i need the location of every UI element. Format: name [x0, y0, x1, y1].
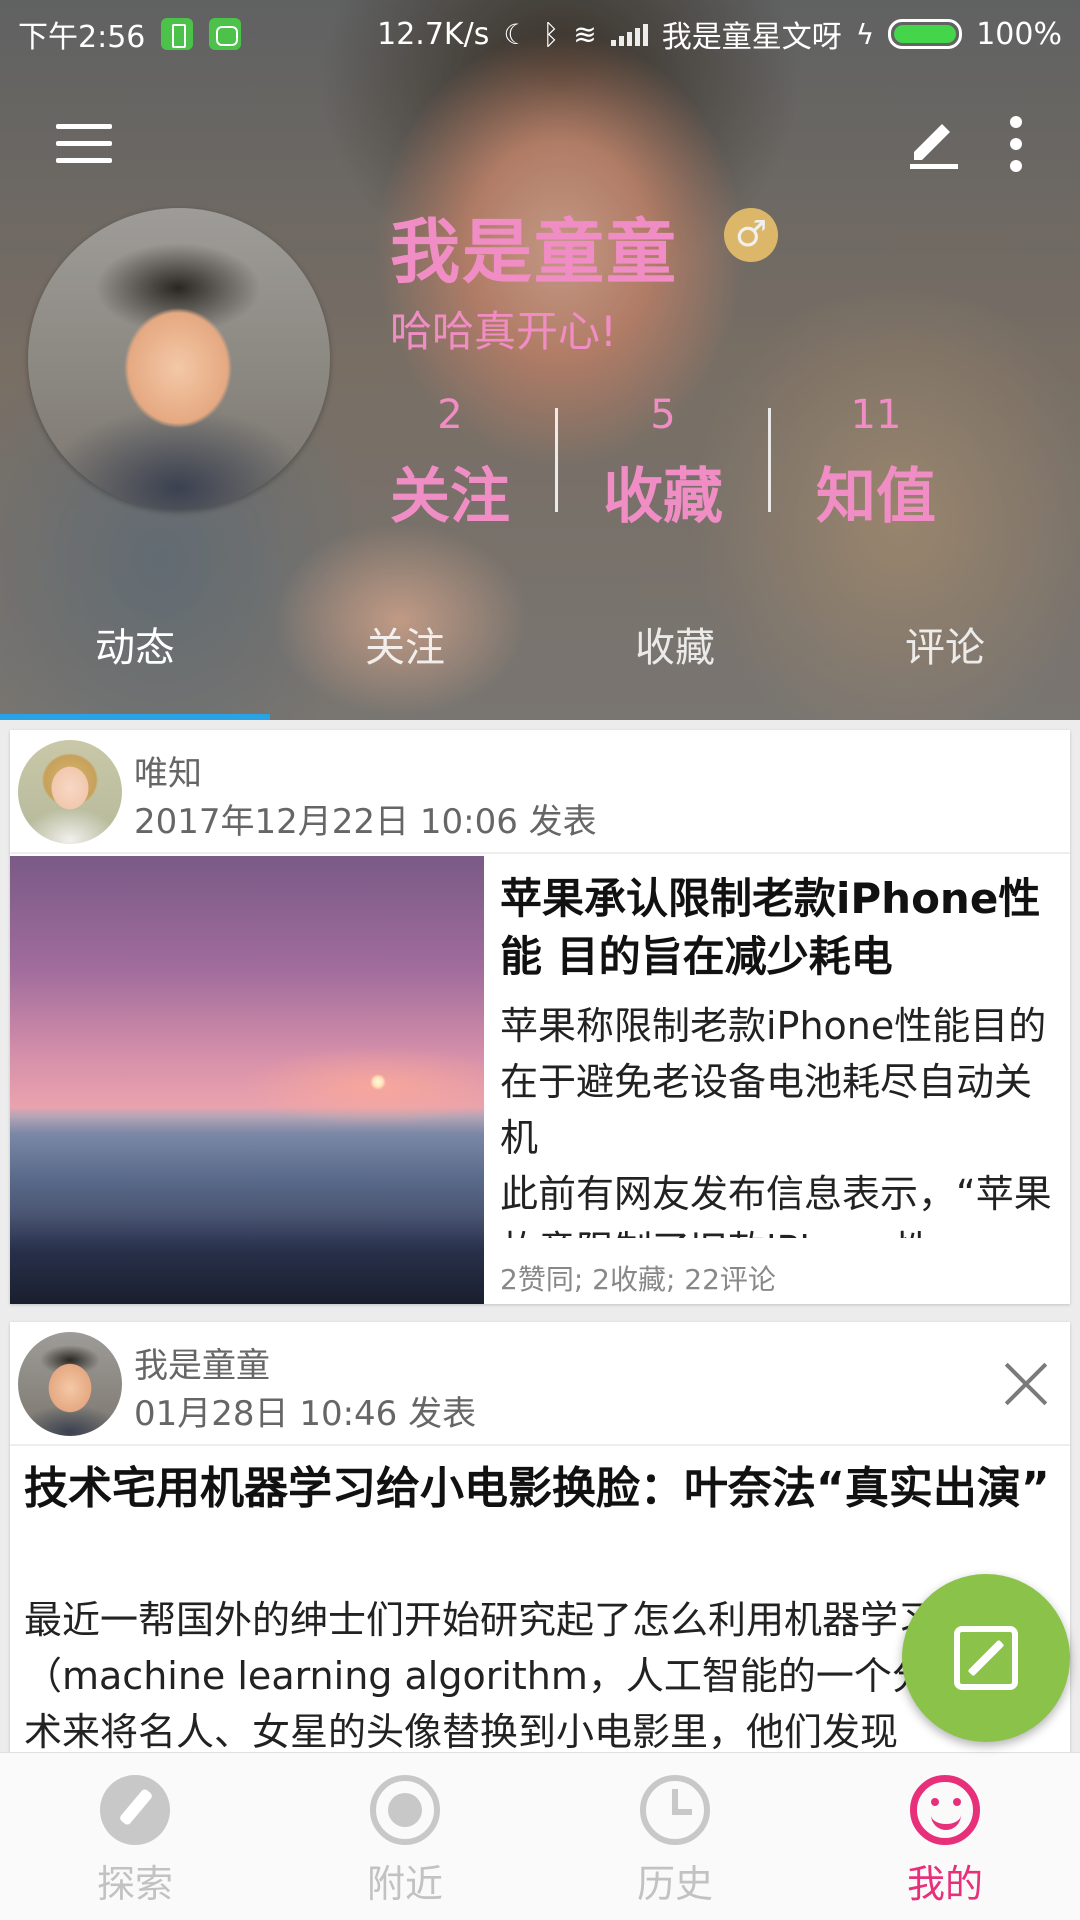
profile-avatar[interactable] — [28, 208, 330, 510]
gender-male-icon: ♂ — [724, 208, 778, 262]
status-bar: 下午2:56 12.7K/s ☾ ᛒ ≋ 我是童星文呀 ϟ 100% — [0, 0, 1080, 64]
stat-following[interactable]: 2 关注 — [350, 392, 550, 535]
bluetooth-icon: ᛒ — [542, 17, 560, 51]
author-avatar[interactable] — [18, 740, 122, 844]
signal-icon — [610, 22, 648, 46]
stat-favorites[interactable]: 5 收藏 — [563, 392, 763, 535]
article-title[interactable]: 技术宅用机器学习给小电影换脸：叶奈法“真实出演” — [24, 1460, 1054, 1518]
nav-label: 探索 — [96, 1862, 173, 1906]
tab-activity[interactable]: 动态 — [0, 608, 270, 720]
stat-label: 关注 — [390, 462, 510, 532]
app-notification-icon — [209, 18, 242, 50]
article-thumbnail[interactable] — [10, 856, 484, 1304]
stat-label: 收藏 — [603, 462, 723, 532]
moon-icon: ☾ — [503, 17, 529, 51]
stat-divider — [768, 408, 771, 512]
card-header: 唯知 2017年12月22日 10:06 发表 — [10, 730, 1070, 854]
nearby-icon — [370, 1775, 440, 1845]
tab-comments[interactable]: 评论 — [810, 608, 1080, 720]
status-time: 下午2:56 — [18, 20, 146, 55]
nav-label: 历史 — [636, 1862, 713, 1906]
charging-icon: ϟ — [855, 17, 875, 51]
compose-icon — [954, 1626, 1018, 1690]
compose-button[interactable] — [902, 1574, 1070, 1742]
nav-label: 附近 — [366, 1862, 443, 1906]
bottom-navigation: 探索 附近 历史 我的 — [0, 1752, 1080, 1920]
author-name[interactable]: 唯知 — [134, 746, 202, 795]
stat-label: 知值 — [816, 462, 936, 532]
stat-divider — [555, 408, 558, 512]
stat-count: 5 — [650, 392, 676, 438]
post-time: 2017年12月22日 10:06 发表 — [134, 802, 597, 842]
battery-saver-icon — [161, 18, 194, 50]
nav-mine[interactable]: 我的 — [810, 1753, 1080, 1920]
more-icon[interactable] — [1000, 116, 1032, 172]
battery-level: 100% — [976, 16, 1062, 52]
battery-icon — [888, 19, 963, 49]
stat-knowledge[interactable]: 11 知值 — [776, 392, 976, 535]
author-name[interactable]: 我是童童 — [134, 1338, 270, 1387]
profile-name: 我是童童 — [390, 211, 678, 293]
article-summary: 苹果称限制老款iPhone性能目的在于避免老设备电池耗尽自动关机 此前有网友发布… — [500, 1004, 1052, 1238]
stat-count: 11 — [850, 392, 902, 438]
net-speed: 12.7K/s — [377, 16, 490, 52]
article-title[interactable]: 苹果承认限制老款iPhone性能 目的旨在减少耗电 — [500, 870, 1060, 986]
profile-signature: 哈哈真开心! — [390, 307, 617, 356]
menu-icon[interactable] — [56, 124, 112, 164]
carrier-name: 我是童星文呀 — [661, 20, 842, 55]
author-avatar[interactable] — [18, 1332, 122, 1436]
tab-indicator — [0, 714, 270, 720]
edit-icon[interactable] — [906, 116, 962, 172]
close-icon[interactable] — [1004, 1362, 1048, 1406]
nav-explore[interactable]: 探索 — [0, 1753, 270, 1920]
tab-following[interactable]: 关注 — [270, 608, 540, 720]
article-stats: 2赞同; 2收藏; 22评论 — [500, 1263, 776, 1296]
compass-icon — [100, 1775, 170, 1845]
post-time: 01月28日 10:46 发表 — [134, 1394, 477, 1434]
smiley-icon — [910, 1775, 980, 1845]
card-header: 我是童童 01月28日 10:46 发表 — [10, 1322, 1070, 1446]
wifi-icon: ≋ — [573, 17, 597, 51]
history-icon — [640, 1775, 710, 1845]
nav-nearby[interactable]: 附近 — [270, 1753, 540, 1920]
stat-count: 2 — [437, 392, 463, 438]
profile-tabs: 动态 关注 收藏 评论 — [0, 608, 1080, 720]
tab-favorites[interactable]: 收藏 — [540, 608, 810, 720]
feed-card[interactable]: 唯知 2017年12月22日 10:06 发表 苹果承认限制老款iPhone性能… — [10, 730, 1070, 1304]
nav-label: 我的 — [906, 1862, 983, 1906]
nav-history[interactable]: 历史 — [540, 1753, 810, 1920]
article-summary: 最近一帮国外的绅士们开始研究起了怎么利用机器学习算法（machine learn… — [24, 1598, 1044, 1754]
